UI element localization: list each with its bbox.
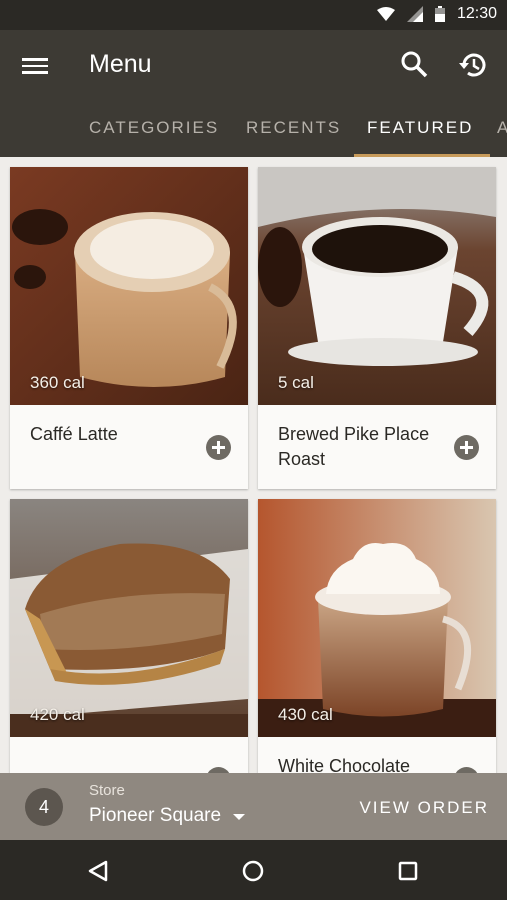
product-name: Caffé Latte	[30, 424, 118, 444]
product-card[interactable]: 420 cal	[10, 499, 248, 773]
product-card[interactable]: 430 cal White Chocolate	[258, 499, 496, 773]
tab-categories[interactable]: CATEGORIES	[89, 118, 219, 138]
home-icon[interactable]	[242, 860, 264, 882]
tab-recents[interactable]: RECENTS	[246, 118, 341, 138]
product-calories: 430 cal	[278, 705, 333, 724]
tab-overflow[interactable]: A	[497, 118, 507, 138]
order-bar: 4 Store Pioneer Square VIEW ORDER	[0, 773, 507, 840]
store-label: Store	[89, 782, 125, 799]
battery-icon	[434, 6, 445, 22]
view-order-button[interactable]: VIEW ORDER	[359, 798, 489, 818]
add-icon[interactable]	[454, 435, 479, 460]
wifi-icon	[376, 7, 395, 21]
page-title: Menu	[89, 50, 152, 78]
back-icon[interactable]	[87, 860, 109, 882]
product-calories: 5 cal	[278, 373, 314, 392]
status-bar: 12:30	[0, 0, 507, 30]
tab-featured[interactable]: FEATURED	[367, 118, 473, 138]
menu-icon[interactable]	[22, 54, 48, 76]
status-time: 12:30	[456, 5, 497, 22]
chevron-down-icon[interactable]	[233, 814, 245, 820]
search-icon[interactable]	[400, 50, 428, 78]
product-name: Brewed Pike Place Roast	[278, 424, 430, 469]
product-calories: 360 cal	[30, 373, 85, 392]
product-card[interactable]: 360 cal Caffé Latte	[10, 167, 248, 489]
system-nav-bar	[0, 840, 507, 900]
app-bar: Menu CATEGORIES RECENTS FEATURED A	[0, 30, 507, 157]
product-card[interactable]: 5 cal Brewed Pike Place Roast	[258, 167, 496, 489]
recents-icon[interactable]	[398, 861, 418, 881]
signal-icon	[406, 6, 423, 22]
product-image: 360 cal	[10, 167, 248, 405]
product-calories: 420 cal	[30, 705, 85, 724]
product-image: 420 cal	[10, 499, 248, 737]
order-count-badge: 4	[25, 788, 63, 826]
history-icon[interactable]	[458, 50, 488, 80]
product-name: White Chocolate	[278, 756, 411, 773]
store-selector[interactable]: Pioneer Square	[89, 805, 221, 827]
product-image: 430 cal	[258, 499, 496, 737]
product-grid[interactable]: 360 cal Caffé Latte 5 cal Brewed Pike Pl…	[0, 157, 507, 773]
add-icon[interactable]	[206, 435, 231, 460]
product-image: 5 cal	[258, 167, 496, 405]
tab-bar: CATEGORIES RECENTS FEATURED A	[0, 108, 507, 157]
